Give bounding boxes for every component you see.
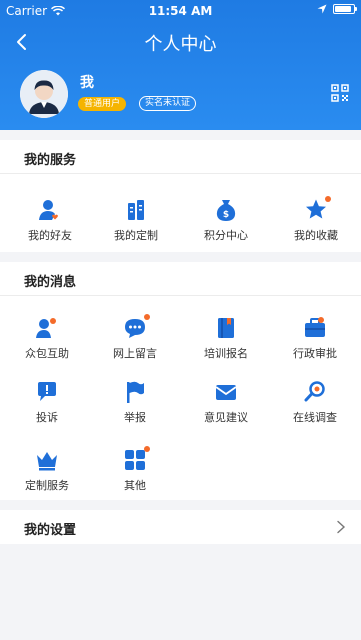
suggestion-icon [215, 385, 237, 400]
message-item-other[interactable]: 其他 [90, 446, 180, 493]
status-time: 11:54 AM [148, 4, 213, 18]
message-item-online-message[interactable]: 网上留言 [90, 314, 180, 361]
other-grid-icon [125, 450, 145, 470]
points-icon: $ [216, 200, 236, 221]
nav-bar: 个人中心 [0, 26, 361, 58]
verification-status-badge[interactable]: 实名未认证 [139, 96, 197, 111]
survey-icon [304, 381, 325, 402]
qr-code-icon[interactable] [331, 84, 349, 102]
favorites-icon [306, 199, 326, 219]
message-item-complaint[interactable]: 投诉 [2, 380, 92, 425]
message-label: 行政审批 [293, 347, 337, 360]
svg-text:$: $ [223, 210, 229, 220]
settings-row[interactable]: 我的设置 [0, 510, 361, 544]
message-label: 举报 [124, 411, 146, 424]
message-label: 在线调查 [293, 411, 337, 424]
message-icon [125, 319, 145, 338]
chevron-right-icon [337, 520, 346, 534]
service-item-friends[interactable]: 我的好友 [5, 198, 95, 243]
crowdsource-icon [36, 318, 56, 338]
message-item-report[interactable]: 举报 [90, 380, 180, 425]
crown-icon [37, 452, 57, 471]
message-label: 意见建议 [204, 411, 248, 424]
report-flag-icon [127, 381, 144, 403]
message-label: 投诉 [36, 411, 58, 424]
service-label: 积分中心 [204, 229, 248, 242]
notification-dot [144, 314, 150, 320]
message-item-survey[interactable]: 在线调查 [270, 380, 360, 425]
services-title: 我的服务 [24, 153, 77, 168]
user-avatar-icon [20, 70, 68, 118]
approval-icon [305, 317, 325, 337]
notification-dot [144, 446, 150, 452]
message-label: 培训报名 [204, 347, 248, 360]
message-item-approval[interactable]: 行政审批 [270, 316, 360, 361]
battery-icon [333, 4, 357, 14]
message-item-suggestion[interactable]: 意见建议 [181, 380, 271, 425]
divider [0, 173, 361, 174]
messages-section: 我的消息 众包互助 网上留言 培训报名 行政审批 投诉 举报 意见建议 在线调查… [0, 262, 361, 500]
page-title: 个人中心 [144, 34, 217, 55]
friends-icon [39, 200, 58, 220]
avatar[interactable] [20, 70, 68, 118]
training-icon [218, 318, 234, 338]
settings-title: 我的设置 [24, 523, 77, 538]
message-label: 众包互助 [25, 347, 69, 360]
service-item-custom[interactable]: 我的定制 [91, 198, 181, 243]
notification-dot [325, 196, 331, 202]
service-label: 我的定制 [114, 229, 158, 242]
battery-level [335, 6, 351, 12]
location-arrow-icon [317, 4, 327, 14]
message-item-training[interactable]: 培训报名 [181, 316, 271, 361]
message-label: 定制服务 [25, 479, 69, 492]
service-item-points[interactable]: $ 积分中心 [181, 198, 271, 243]
services-section: 我的服务 我的好友 我的定制 $ 积分中心 我的收藏 [0, 140, 361, 252]
service-label: 我的好友 [28, 229, 72, 242]
message-label: 网上留言 [113, 347, 157, 360]
status-bar: Carrier 11:54 AM [0, 0, 361, 22]
service-label: 我的收藏 [294, 229, 338, 242]
divider [0, 295, 361, 296]
service-item-favorites[interactable]: 我的收藏 [271, 196, 361, 243]
username: 我 [80, 75, 94, 91]
member-level-badge: 普通用户 [78, 97, 127, 111]
message-item-custom-service[interactable]: 定制服务 [2, 448, 92, 493]
profile-header: Carrier 11:54 AM 个人中心 我 普通用户 实名未认证 [0, 0, 361, 130]
message-label: 其他 [124, 479, 146, 492]
custom-icon [128, 200, 144, 220]
message-item-crowdsource[interactable]: 众包互助 [2, 316, 92, 361]
messages-title: 我的消息 [24, 275, 77, 290]
complaint-icon [38, 382, 56, 401]
